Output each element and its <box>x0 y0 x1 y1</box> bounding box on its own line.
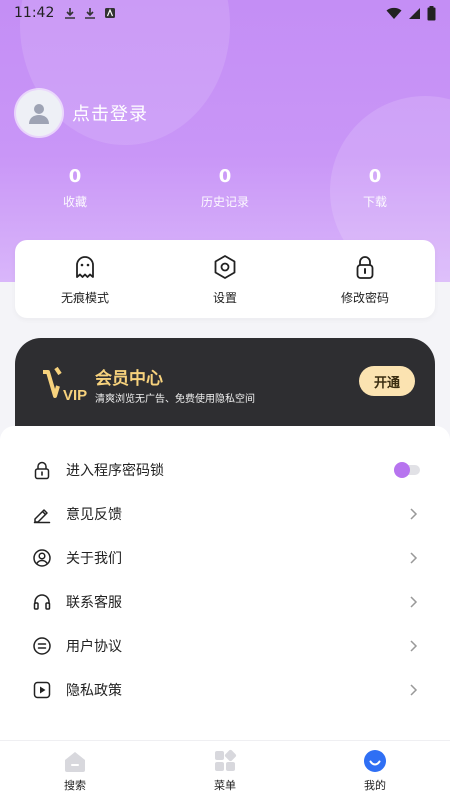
chevron-right-icon <box>410 552 418 564</box>
vip-logo: VIP <box>43 366 87 404</box>
status-bar: 11:42 <box>0 0 450 26</box>
menu-item-app-lock[interactable]: 进入程序密码锁 <box>0 448 450 492</box>
app-notification-icon <box>105 8 116 18</box>
menu-item-feedback[interactable]: 意见反馈 <box>0 492 450 536</box>
ghost-icon <box>76 255 94 278</box>
login-area[interactable]: 点击登录 <box>16 90 148 136</box>
quick-action-settings[interactable]: 设置 <box>155 240 295 318</box>
tab-menu[interactable]: 菜单 <box>150 741 300 800</box>
quick-action-change-password[interactable]: 修改密码 <box>295 240 435 318</box>
tab-search[interactable]: 搜索 <box>0 741 150 800</box>
tab-label: 搜索 <box>64 778 86 792</box>
signal-icon <box>409 7 420 19</box>
stat-value: 0 <box>368 166 382 187</box>
app-lock-toggle[interactable] <box>394 462 420 478</box>
menu-item-about[interactable]: 关于我们 <box>0 536 450 580</box>
menu-item-privacy-policy[interactable]: 隐私政策 <box>0 668 450 712</box>
home-icon <box>65 751 85 772</box>
status-time: 11:42 <box>14 5 55 21</box>
stat-value: 0 <box>218 166 232 187</box>
avatar[interactable] <box>16 90 62 136</box>
menu-item-customer-service[interactable]: 联系客服 <box>0 580 450 624</box>
smile-icon <box>364 749 386 772</box>
battery-icon <box>427 5 436 20</box>
quick-action-label: 无痕模式 <box>60 290 109 305</box>
chevron-right-icon <box>410 640 418 652</box>
menu-label: 隐私政策 <box>66 683 122 699</box>
chevron-right-icon <box>410 684 418 696</box>
tab-label: 我的 <box>364 778 386 792</box>
stat-history[interactable]: 0 历史记录 <box>150 166 300 210</box>
stat-value: 0 <box>68 166 82 187</box>
download-icon <box>85 8 96 19</box>
bottom-tab-bar: 搜索 菜单 我的 <box>0 740 450 800</box>
menu-label: 意见反馈 <box>66 507 122 523</box>
vip-subtitle: 清爽浏览无广告、免费使用隐私空间 <box>95 394 255 405</box>
grid-icon <box>215 749 237 771</box>
user-circle-icon <box>33 549 51 567</box>
stats-row: 0 收藏 0 历史记录 0 下载 <box>0 166 450 210</box>
tab-label: 菜单 <box>214 778 236 792</box>
lock-icon <box>34 461 50 480</box>
wifi-icon <box>386 7 402 19</box>
hexagon-settings-icon <box>214 254 236 279</box>
vip-open-button[interactable]: 开通 <box>359 366 415 396</box>
play-box-icon <box>33 681 51 699</box>
menu-label: 用户协议 <box>66 639 122 655</box>
stat-favorites[interactable]: 0 收藏 <box>0 166 150 210</box>
toggle-knob <box>394 462 410 478</box>
vip-logo-text: VIP <box>63 387 87 404</box>
chevron-right-icon <box>410 596 418 608</box>
agreement-icon <box>33 637 51 655</box>
menu-label: 联系客服 <box>66 595 122 611</box>
download-icon <box>65 8 76 19</box>
quick-action-label: 设置 <box>212 290 237 305</box>
stat-label: 历史记录 <box>200 195 249 209</box>
menu-item-user-agreement[interactable]: 用户协议 <box>0 624 450 668</box>
stat-downloads[interactable]: 0 下载 <box>300 166 450 210</box>
chevron-right-icon <box>410 508 418 520</box>
user-silhouette-icon <box>29 104 49 124</box>
tab-mine[interactable]: 我的 <box>300 741 450 800</box>
quick-actions-card: 无痕模式 设置 修改密码 <box>15 240 435 318</box>
stat-label: 收藏 <box>62 195 87 209</box>
headphones-icon <box>33 594 51 610</box>
quick-action-incognito[interactable]: 无痕模式 <box>15 240 155 318</box>
menu-label: 关于我们 <box>66 551 122 567</box>
quick-action-label: 修改密码 <box>340 290 389 305</box>
eraser-icon <box>33 509 51 524</box>
settings-menu: 进入程序密码锁 意见反馈 关于我们 联系客服 用户协议 隐私政策 <box>0 426 450 740</box>
login-text[interactable]: 点击登录 <box>72 100 148 126</box>
stat-label: 下载 <box>362 195 387 209</box>
lock-icon <box>356 255 374 279</box>
vip-title: 会员中心 <box>95 369 163 389</box>
menu-label: 进入程序密码锁 <box>66 463 164 479</box>
